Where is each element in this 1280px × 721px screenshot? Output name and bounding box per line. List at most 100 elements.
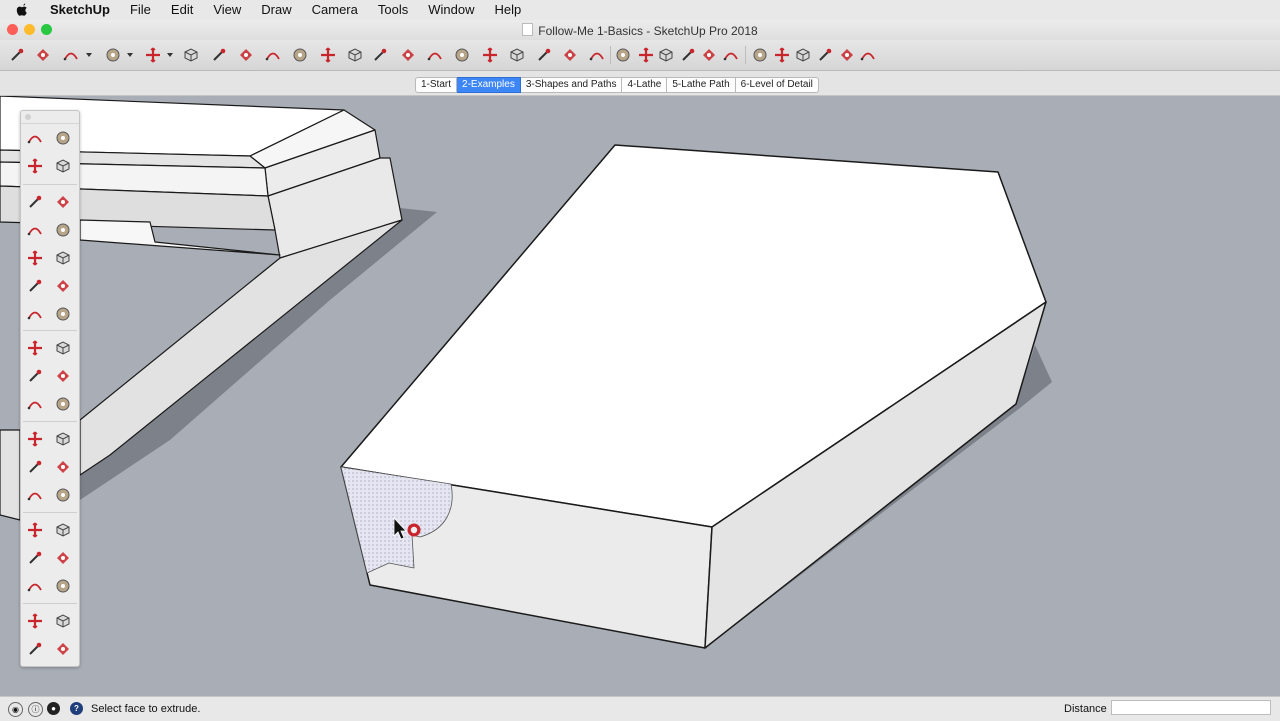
pan-icon[interactable] <box>426 46 444 64</box>
user-account-icon[interactable]: ● <box>47 702 60 715</box>
arc-icon[interactable] <box>24 275 46 297</box>
menu-edit[interactable]: Edit <box>161 0 203 20</box>
menu-app-sketchup[interactable]: SketchUp <box>40 0 120 20</box>
help-icon[interactable]: ? <box>70 702 83 715</box>
paint-bucket-icon[interactable] <box>371 46 389 64</box>
shaded-textures-icon[interactable] <box>838 46 856 64</box>
zoom-extents-icon[interactable] <box>24 575 46 597</box>
materials-icon[interactable] <box>535 46 553 64</box>
axes-icon[interactable] <box>24 484 46 506</box>
pie-icon[interactable] <box>24 303 46 325</box>
zoom-icon[interactable] <box>453 46 471 64</box>
circle-icon[interactable] <box>24 247 46 269</box>
rotate-icon[interactable] <box>264 46 282 64</box>
polygon-icon[interactable] <box>52 247 74 269</box>
circle-icon[interactable] <box>144 46 162 64</box>
apple-icon[interactable] <box>16 3 30 17</box>
tape-measure-icon[interactable] <box>319 46 337 64</box>
warehouse-icon[interactable] <box>588 46 606 64</box>
protractor-icon[interactable] <box>24 456 46 478</box>
tool-palette-header[interactable] <box>21 111 79 124</box>
xray-icon[interactable] <box>751 46 769 64</box>
palette-separator <box>23 421 77 422</box>
credits-icon[interactable]: ⓘ <box>28 702 43 717</box>
follow-me-icon[interactable] <box>52 365 74 387</box>
arc-2-icon[interactable] <box>52 275 74 297</box>
wireframe-icon[interactable] <box>773 46 791 64</box>
component-icon[interactable] <box>52 127 74 149</box>
shaded-icon[interactable] <box>816 46 834 64</box>
menu-file[interactable]: File <box>120 0 161 20</box>
scene-tab-4-lathe[interactable]: 4-Lathe <box>622 77 668 93</box>
chevron-down-icon[interactable] <box>127 53 133 57</box>
block-model <box>340 144 1047 649</box>
previous-view-icon[interactable] <box>52 575 74 597</box>
3-point-arc-icon[interactable] <box>52 303 74 325</box>
iso-view-icon[interactable] <box>614 46 632 64</box>
eraser-icon[interactable] <box>34 46 52 64</box>
scene-tab-3-shapes-and-paths[interactable]: 3-Shapes and Paths <box>520 77 623 93</box>
chevron-down-icon[interactable] <box>86 53 92 57</box>
move-icon[interactable] <box>237 46 255 64</box>
geo-location-icon[interactable]: ◉ <box>8 702 23 717</box>
offset-icon[interactable] <box>52 393 74 415</box>
menu-tools[interactable]: Tools <box>368 0 418 20</box>
dimension-icon[interactable] <box>52 428 74 450</box>
move-icon[interactable] <box>24 337 46 359</box>
arc-icon[interactable] <box>104 46 122 64</box>
zoom-icon[interactable] <box>24 547 46 569</box>
scene-tab-6-level-of-detail[interactable]: 6-Level of Detail <box>735 77 819 93</box>
paint-bucket-icon[interactable] <box>24 155 46 177</box>
text-icon[interactable] <box>52 456 74 478</box>
scale-icon[interactable] <box>291 46 309 64</box>
orbit-icon[interactable] <box>399 46 417 64</box>
eraser-icon[interactable] <box>52 155 74 177</box>
3d-text-icon[interactable] <box>52 484 74 506</box>
rectangle-icon[interactable] <box>24 219 46 241</box>
orbit-icon[interactable] <box>24 519 46 541</box>
text-icon[interactable] <box>346 46 364 64</box>
measurements-input[interactable] <box>1111 700 1271 715</box>
menu-help[interactable]: Help <box>484 0 531 20</box>
push-pull-icon[interactable] <box>182 46 200 64</box>
rotated-rectangle-icon[interactable] <box>52 219 74 241</box>
chevron-down-icon[interactable] <box>167 53 173 57</box>
line-icon[interactable] <box>62 46 80 64</box>
menu-bar: SketchUp File Edit View Draw Camera Tool… <box>0 0 1280 20</box>
menu-draw[interactable]: Draw <box>251 0 301 20</box>
pan-icon[interactable] <box>52 519 74 541</box>
front-view-icon[interactable] <box>657 46 675 64</box>
scene-tab-1-start[interactable]: 1-Start <box>415 77 458 93</box>
scene-tab-5-lathe-path[interactable]: 5-Lathe Path <box>667 77 736 93</box>
position-camera-icon[interactable] <box>24 610 46 632</box>
model-viewport[interactable] <box>0 95 1280 696</box>
freehand-icon[interactable] <box>52 191 74 213</box>
menu-camera[interactable]: Camera <box>302 0 368 20</box>
push-pull-icon[interactable] <box>52 337 74 359</box>
zoom-window-icon[interactable] <box>52 547 74 569</box>
line-icon[interactable] <box>24 191 46 213</box>
look-around-icon[interactable] <box>24 638 46 660</box>
walk-icon[interactable] <box>52 610 74 632</box>
components-icon[interactable] <box>508 46 526 64</box>
scale-icon[interactable] <box>24 393 46 415</box>
back-view-icon[interactable] <box>700 46 718 64</box>
menu-window[interactable]: Window <box>418 0 484 20</box>
select-icon[interactable] <box>8 46 26 64</box>
palette-close-button[interactable] <box>25 114 31 120</box>
left-view-icon[interactable] <box>722 46 740 64</box>
select-icon[interactable] <box>24 127 46 149</box>
top-view-icon[interactable] <box>637 46 655 64</box>
styles-icon[interactable] <box>561 46 579 64</box>
tape-measure-icon[interactable] <box>24 428 46 450</box>
menu-view[interactable]: View <box>203 0 251 20</box>
section-plane-icon[interactable] <box>52 638 74 660</box>
right-view-icon[interactable] <box>679 46 697 64</box>
rotate-icon[interactable] <box>24 365 46 387</box>
follow-me-icon[interactable] <box>210 46 228 64</box>
hidden-line-icon[interactable] <box>794 46 812 64</box>
monochrome-icon[interactable] <box>859 46 877 64</box>
scene-tab-2-examples[interactable]: 2-Examples <box>457 77 521 93</box>
toolbar-separator <box>745 46 746 64</box>
zoom-extents-icon[interactable] <box>481 46 499 64</box>
